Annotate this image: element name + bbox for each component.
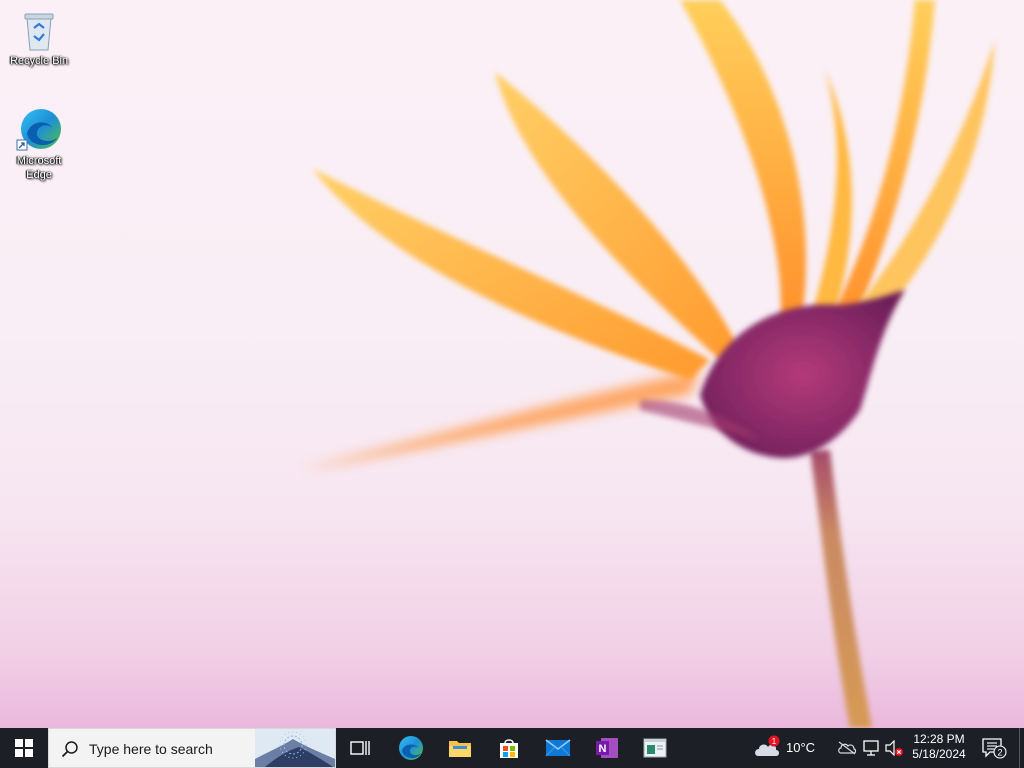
- microsoft-edge-label: Microsoft Edge: [16, 155, 62, 181]
- weather-badge: 1: [772, 737, 777, 746]
- microsoft-edge-icon: [16, 109, 61, 151]
- weather-widget[interactable]: 1 10°C: [750, 728, 822, 768]
- wallpaper-flower: [300, 0, 995, 728]
- task-view-icon: [350, 741, 370, 755]
- weather-temperature: 10°C: [786, 740, 816, 755]
- microsoft-edge-icon: [399, 736, 423, 760]
- mail-icon: [545, 739, 571, 757]
- onedrive-tray-button[interactable]: [836, 728, 858, 768]
- notification-count: 2: [997, 748, 1002, 758]
- recycle-bin-label: Recycle Bin: [9, 55, 69, 67]
- folder-icon: [449, 741, 471, 757]
- svg-text:N: N: [599, 743, 607, 755]
- taskbar-onenote-button[interactable]: N: [583, 728, 631, 768]
- action-center-icon: 2: [982, 738, 1007, 759]
- search-highlight-image: [255, 729, 335, 767]
- onedrive-icon: [838, 741, 857, 755]
- taskbar-store-button[interactable]: [485, 728, 533, 768]
- taskbar-app-button[interactable]: [631, 728, 679, 768]
- volume-muted-icon: [885, 740, 903, 756]
- search-placeholder: Type here to search: [89, 741, 213, 757]
- task-view-button[interactable]: [336, 728, 384, 768]
- search-box[interactable]: Type here to search: [48, 728, 336, 768]
- taskbar-edge-button[interactable]: [387, 728, 435, 768]
- network-tray-button[interactable]: [860, 728, 882, 768]
- desktop: Recycle Bin Microsoft Edge: [0, 0, 1024, 728]
- clock-time: 12:28 PM: [913, 732, 965, 746]
- taskbar-clock[interactable]: 12:28 PM 5/18/2024: [906, 728, 972, 768]
- windows-logo-icon: [15, 739, 33, 757]
- search-icon: [61, 741, 78, 758]
- onenote-icon: N: [596, 738, 618, 758]
- cloud-weather-icon: 1: [755, 735, 780, 756]
- start-button[interactable]: [0, 728, 48, 768]
- network-icon: [863, 740, 879, 756]
- action-center-button[interactable]: 2: [976, 728, 1012, 768]
- taskbar-file-explorer-button[interactable]: [436, 728, 484, 768]
- taskbar-mail-button[interactable]: [534, 728, 582, 768]
- show-desktop-button[interactable]: [1019, 728, 1024, 768]
- microsoft-edge-shortcut[interactable]: Microsoft Edge: [4, 104, 74, 182]
- store-icon: [500, 739, 518, 758]
- taskbar: Type here to search N 1 10°C 12:28 PM 5/…: [0, 728, 1024, 768]
- recycle-bin-icon: [24, 13, 54, 51]
- clock-date: 5/18/2024: [912, 747, 966, 761]
- recycle-bin-shortcut[interactable]: Recycle Bin: [4, 8, 74, 68]
- volume-tray-button[interactable]: [883, 728, 905, 768]
- window-app-icon: [643, 738, 667, 758]
